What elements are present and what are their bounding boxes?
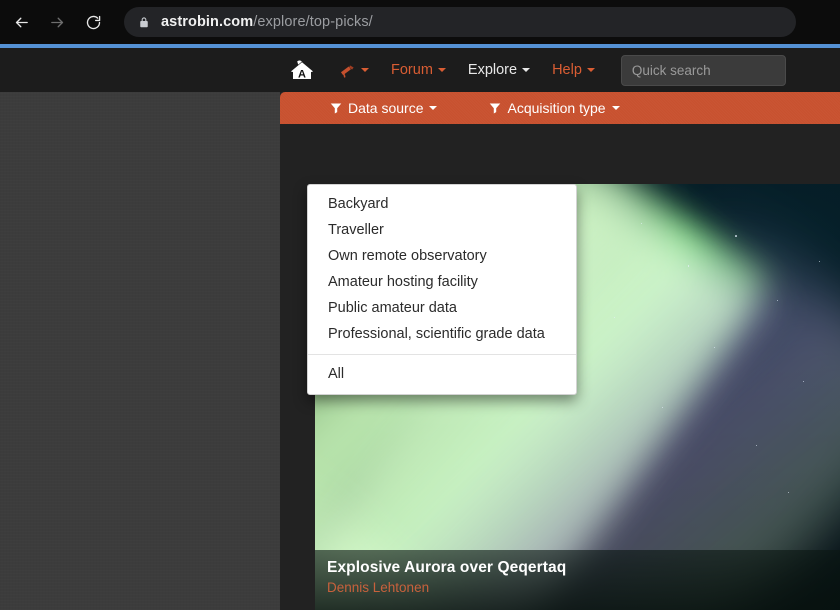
telescope-icon bbox=[339, 63, 356, 78]
svg-text:A: A bbox=[298, 68, 306, 80]
nav-item-label: Explore bbox=[467, 62, 518, 78]
reload-button[interactable] bbox=[78, 7, 108, 37]
astrobin-logo[interactable]: A bbox=[287, 57, 317, 83]
arrow-left-icon bbox=[13, 14, 30, 31]
screenshot-root: astrobin.com/explore/top-picks/ A Forum … bbox=[0, 0, 840, 610]
chevron-down-icon bbox=[361, 68, 369, 72]
dropdown-item-professional-scientific-grade-data[interactable]: Professional, scientific grade data bbox=[308, 321, 576, 347]
nav-item-explore[interactable]: Explore bbox=[467, 62, 531, 78]
nav-item-forum[interactable]: Forum bbox=[391, 62, 446, 78]
reload-icon bbox=[85, 14, 102, 31]
url-path: /explore/top-picks/ bbox=[253, 14, 373, 30]
chevron-down-icon bbox=[522, 68, 531, 72]
dropdown-item-all[interactable]: All bbox=[308, 361, 576, 387]
back-button[interactable] bbox=[6, 7, 36, 37]
quick-search-placeholder: Quick search bbox=[631, 62, 711, 78]
card-title: Explosive Aurora over Qeqertaq bbox=[327, 559, 567, 576]
browser-toolbar: astrobin.com/explore/top-picks/ bbox=[0, 0, 840, 44]
filter-button-data-source[interactable]: Data source bbox=[320, 92, 447, 124]
dropdown-item-backyard[interactable]: Backyard bbox=[308, 191, 576, 217]
card-caption: Explosive Aurora over Qeqertaq Dennis Le… bbox=[315, 550, 840, 610]
lock-icon bbox=[138, 16, 150, 29]
chevron-down-icon bbox=[586, 68, 595, 72]
address-bar[interactable]: astrobin.com/explore/top-picks/ bbox=[124, 7, 796, 37]
forward-button[interactable] bbox=[42, 7, 72, 37]
card-author[interactable]: Dennis Lehtonen bbox=[327, 580, 828, 595]
quick-search-input[interactable]: Quick search bbox=[620, 54, 786, 86]
funnel-icon bbox=[330, 102, 342, 114]
chevron-down-icon bbox=[437, 68, 446, 72]
filter-button-label: Data source bbox=[348, 100, 424, 116]
dropdown-item-amateur-hosting-facility[interactable]: Amateur hosting facility bbox=[308, 269, 576, 295]
filter-bar: Data source Acquisition type bbox=[280, 92, 840, 124]
web-page: A Forum Explore Help Quick search Data s… bbox=[0, 48, 840, 610]
filter-button-acquisition-type[interactable]: Acquisition type bbox=[479, 92, 629, 124]
filter-button-label: Acquisition type bbox=[507, 100, 606, 116]
url-domain: astrobin.com bbox=[161, 14, 254, 30]
nav-item-label: Forum bbox=[391, 62, 433, 78]
nav-item-telescope[interactable] bbox=[339, 63, 369, 78]
chevron-down-icon bbox=[611, 106, 620, 110]
site-navbar: A Forum Explore Help Quick search bbox=[0, 48, 840, 92]
arrow-right-icon bbox=[49, 14, 66, 31]
dropdown-item-traveller[interactable]: Traveller bbox=[308, 217, 576, 243]
dropdown-item-own-remote-observatory[interactable]: Own remote observatory bbox=[308, 243, 576, 269]
nav-item-label: Help bbox=[552, 62, 582, 78]
dropdown-item-public-amateur-data[interactable]: Public amateur data bbox=[308, 295, 576, 321]
funnel-icon bbox=[489, 102, 501, 114]
data-source-dropdown-menu[interactable]: Backyard Traveller Own remote observator… bbox=[307, 184, 577, 395]
dropdown-divider bbox=[308, 354, 576, 355]
nav-item-help[interactable]: Help bbox=[552, 62, 595, 78]
chevron-down-icon bbox=[429, 106, 438, 110]
